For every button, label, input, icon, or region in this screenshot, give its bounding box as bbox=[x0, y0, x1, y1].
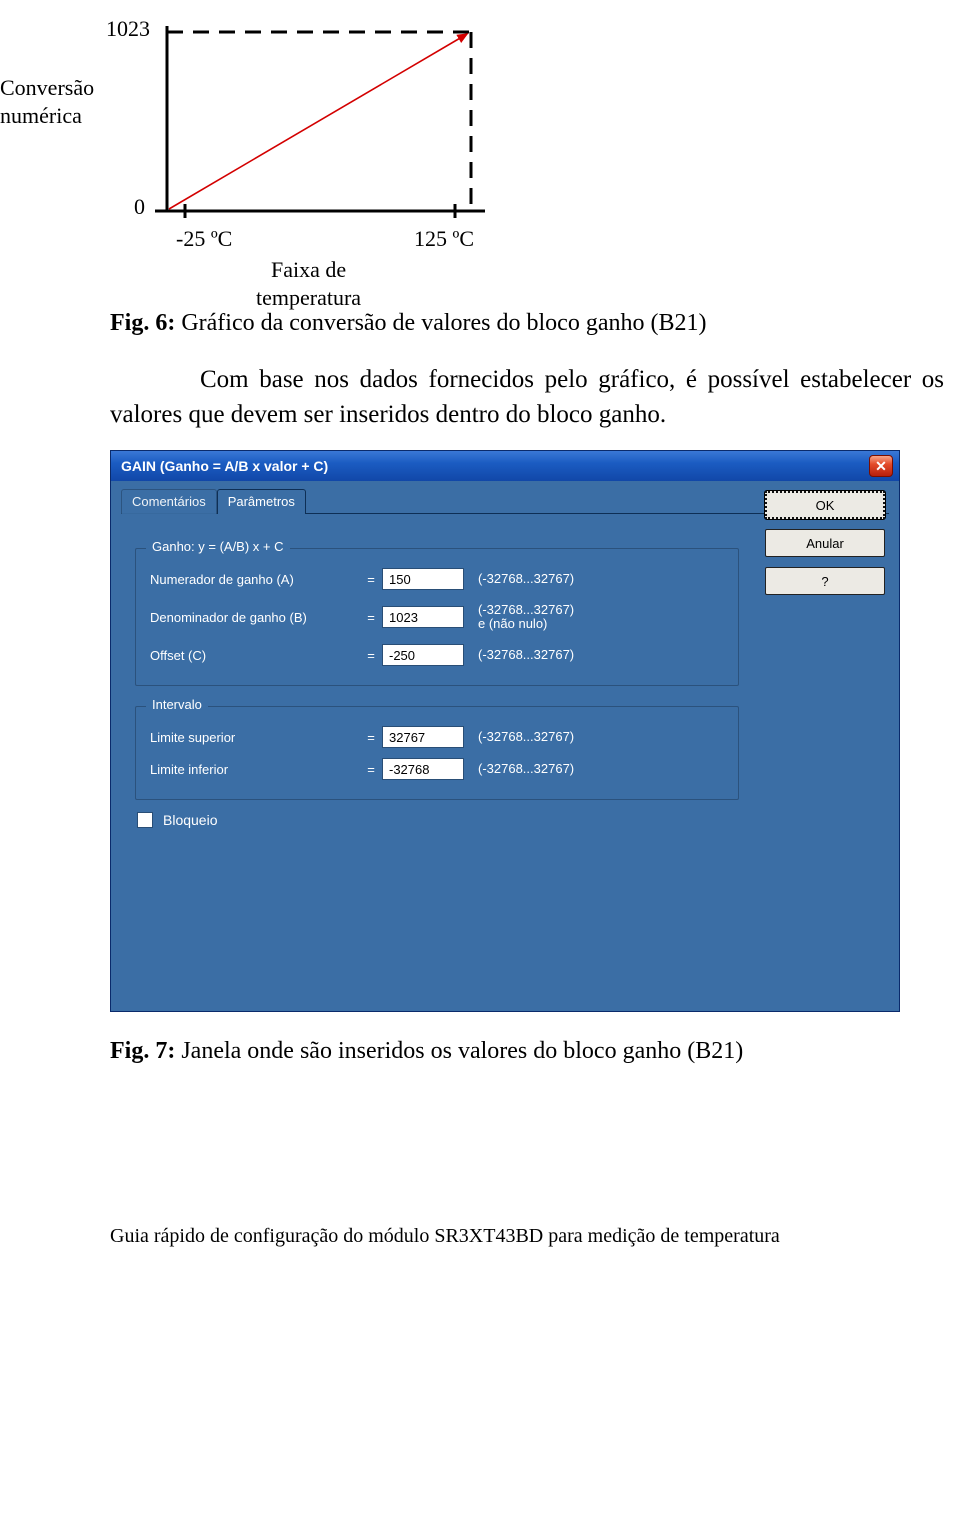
eq-sign: = bbox=[360, 762, 382, 777]
input-offset[interactable] bbox=[382, 644, 464, 666]
group-ganho: Ganho: y = (A/B) x + C Numerador de ganh… bbox=[135, 548, 739, 686]
ok-button[interactable]: OK bbox=[765, 491, 885, 519]
help-button[interactable]: ? bbox=[765, 567, 885, 595]
chart-plot bbox=[155, 26, 495, 232]
dialog-titlebar: GAIN (Ganho = A/B x valor + C) ✕ bbox=[111, 451, 899, 481]
x-axis-line2: temperatura bbox=[256, 285, 361, 310]
close-icon: ✕ bbox=[875, 459, 887, 473]
y-axis-line2: numérica bbox=[0, 103, 82, 128]
chart-x-min: -25 ºC bbox=[176, 226, 232, 252]
chart-y-max: 1023 bbox=[106, 16, 150, 42]
chart-x-max: 125 ºC bbox=[414, 226, 474, 252]
label-bloqueio: Bloqueio bbox=[163, 812, 218, 828]
hint-offset: (-32768...32767) bbox=[478, 648, 574, 662]
y-axis-line1: Conversão bbox=[0, 75, 94, 100]
gain-dialog: GAIN (Ganho = A/B x valor + C) ✕ Comentá… bbox=[110, 450, 900, 1012]
chart-container: 1023 Conversão numérica bbox=[0, 0, 960, 310]
figure-6-prefix: Fig. 6: bbox=[110, 310, 175, 336]
page-footer: Guia rápido de configuração do módulo SR… bbox=[0, 1225, 960, 1270]
group-intervalo: Intervalo Limite superior = (-32768...32… bbox=[135, 706, 739, 800]
body-paragraph: Com base nos dados fornecidos pelo gráfi… bbox=[0, 363, 960, 432]
label-offset: Offset (C) bbox=[150, 648, 360, 663]
group-intervalo-legend: Intervalo bbox=[146, 697, 208, 712]
figure-7-text: Janela onde são inseridos os valores do … bbox=[175, 1038, 743, 1064]
chart-y-axis-label: Conversão numérica bbox=[0, 74, 94, 129]
input-limite-inferior[interactable] bbox=[382, 758, 464, 780]
hint-denominador: (-32768...32767) e (não nulo) bbox=[478, 603, 574, 632]
label-limite-inferior: Limite inferior bbox=[150, 762, 360, 777]
input-denominador[interactable] bbox=[382, 606, 464, 628]
input-limite-superior[interactable] bbox=[382, 726, 464, 748]
row-denominador: Denominador de ganho (B) = (-32768...327… bbox=[150, 595, 724, 639]
chart-y-min: 0 bbox=[134, 194, 145, 220]
cancel-button[interactable]: Anular bbox=[765, 529, 885, 557]
x-axis-line1: Faixa de bbox=[271, 257, 346, 282]
group-ganho-legend: Ganho: y = (A/B) x + C bbox=[146, 539, 290, 554]
eq-sign: = bbox=[360, 610, 382, 625]
checkbox-bloqueio[interactable] bbox=[137, 812, 153, 828]
label-numerador: Numerador de ganho (A) bbox=[150, 572, 360, 587]
dialog-title: GAIN (Ganho = A/B x valor + C) bbox=[121, 458, 328, 474]
figure-6-caption: Fig. 6: Gráfico da conversão de valores … bbox=[110, 310, 960, 337]
label-limite-superior: Limite superior bbox=[150, 730, 360, 745]
hint-limite-superior: (-32768...32767) bbox=[478, 730, 574, 744]
row-offset: Offset (C) = (-32768...32767) bbox=[150, 639, 724, 671]
paragraph-text: Com base nos dados fornecidos pelo gráfi… bbox=[110, 366, 944, 428]
label-denominador: Denominador de ganho (B) bbox=[150, 610, 360, 625]
row-limite-inferior: Limite inferior = (-32768...32767) bbox=[150, 753, 724, 785]
row-numerador: Numerador de ganho (A) = (-32768...32767… bbox=[150, 563, 724, 595]
figure-7-caption: Fig. 7: Janela onde são inseridos os val… bbox=[110, 1038, 960, 1065]
tab-comentarios[interactable]: Comentários bbox=[121, 489, 217, 514]
eq-sign: = bbox=[360, 648, 382, 663]
close-button[interactable]: ✕ bbox=[869, 455, 893, 477]
hint-limite-inferior: (-32768...32767) bbox=[478, 762, 574, 776]
eq-sign: = bbox=[360, 572, 382, 587]
figure-7-prefix: Fig. 7: bbox=[110, 1038, 175, 1064]
row-bloqueio: Bloqueio bbox=[137, 812, 889, 828]
hint-numerador: (-32768...32767) bbox=[478, 572, 574, 586]
row-limite-superior: Limite superior = (-32768...32767) bbox=[150, 721, 724, 753]
chart-x-axis-label: Faixa de temperatura bbox=[256, 256, 361, 311]
tab-parametros[interactable]: Parâmetros bbox=[217, 489, 306, 514]
figure-6-text: Gráfico da conversão de valores do bloco… bbox=[175, 310, 706, 336]
eq-sign: = bbox=[360, 730, 382, 745]
input-numerador[interactable] bbox=[382, 568, 464, 590]
